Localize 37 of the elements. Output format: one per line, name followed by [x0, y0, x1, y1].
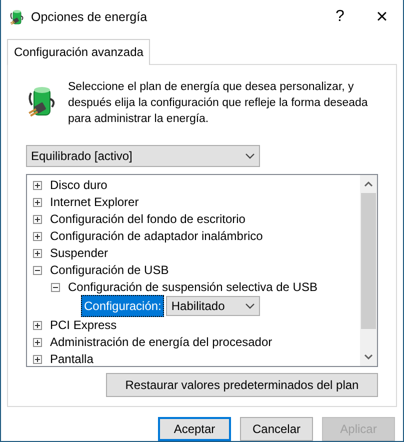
collapse-icon[interactable] [51, 282, 60, 292]
chevron-down-icon [245, 152, 255, 159]
description-text: Seleccione el plan de energía que desea personalizar, y después elija la configuración que refleje la forma deseada para administrar la energía. [68, 80, 369, 127]
expand-icon[interactable] [33, 232, 42, 241]
tab[interactable]: Configuración avanzada [7, 38, 150, 65]
scroll-up-icon[interactable] [364, 180, 373, 187]
power-plan-icon [9, 8, 25, 25]
chevron-down-icon [245, 303, 256, 310]
expand-icon[interactable] [33, 198, 42, 207]
scrollbar-thumb[interactable] [361, 192, 376, 329]
tree-item[interactable]: Pantalla [50, 350, 94, 366]
tree-item[interactable]: Suspender [50, 244, 108, 262]
tree-item[interactable]: Disco duro [50, 176, 108, 194]
help-button[interactable]: ? [319, 2, 361, 32]
restore-defaults-button[interactable]: Restaurar valores predeterminados del plan [106, 372, 378, 397]
tree-item[interactable]: Configuración de adaptador inalámbrico [50, 227, 263, 246]
tree-item[interactable]: Internet Explorer [50, 193, 139, 212]
tree-item[interactable]: Configuración del fondo de escritorio [50, 210, 246, 228]
window-title: Opciones de energía [31, 8, 148, 26]
setting-label[interactable]: Configuración: [81, 295, 164, 318]
setting-dropdown[interactable]: Habilitado [166, 296, 260, 316]
scroll-down-icon[interactable] [364, 354, 373, 360]
dialog-button[interactable]: Cancelar [240, 417, 313, 441]
expand-icon[interactable] [33, 354, 42, 364]
expand-icon[interactable] [33, 180, 42, 190]
tree-item[interactable]: Administración de energía del procesador [50, 333, 272, 352]
tree-item[interactable]: Configuración de suspensión selectiva de USB [68, 278, 318, 296]
expand-icon[interactable] [33, 338, 42, 347]
expand-icon[interactable] [33, 214, 42, 224]
tree-item[interactable]: PCI Express [50, 316, 117, 334]
close-button[interactable]: × [361, 2, 403, 32]
collapse-icon[interactable] [33, 266, 42, 275]
expand-icon[interactable] [33, 320, 42, 330]
dialog-button[interactable]: Aceptar [158, 417, 231, 441]
expand-icon[interactable] [33, 248, 42, 258]
plan-dropdown[interactable]: Equilibrado [activo] [26, 144, 260, 167]
tree-item[interactable]: Configuración de USB [50, 261, 169, 280]
